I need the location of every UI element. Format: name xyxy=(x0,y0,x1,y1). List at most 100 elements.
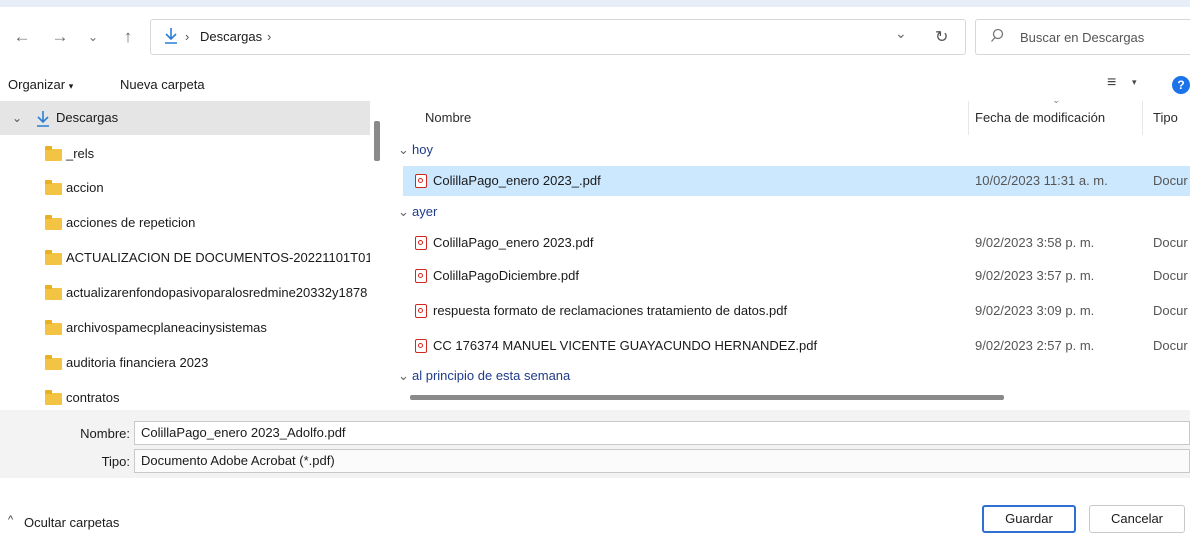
tree-item-label: accion xyxy=(66,180,104,195)
file-type: Docur xyxy=(1153,338,1188,353)
collapse-chevron-icon: ⌄ xyxy=(398,142,409,157)
search-box[interactable] xyxy=(975,19,1190,55)
help-icon[interactable]: ? xyxy=(1172,76,1190,94)
breadcrumb-separator-icon: › xyxy=(185,29,190,44)
folder-icon xyxy=(45,320,62,335)
view-dropdown-icon[interactable]: ▾ xyxy=(1132,77,1137,88)
tree-item-folder[interactable]: acciones de repeticion xyxy=(0,206,370,240)
pdf-icon xyxy=(415,236,427,250)
tree-item-folder[interactable]: contratos xyxy=(0,381,370,408)
tree-item-folder[interactable]: actualizarenfondopasivoparalosredmine203… xyxy=(0,276,370,310)
collapse-chevron-icon: ⌄ xyxy=(398,204,409,219)
file-name: ColillaPagoDiciembre.pdf xyxy=(433,268,579,283)
save-button[interactable]: Guardar xyxy=(982,505,1076,533)
navigation-scrollbar[interactable] xyxy=(374,121,380,161)
group-header-semana[interactable]: ⌄ al principio de esta semana xyxy=(398,365,570,387)
file-name: ColillaPago_enero 2023_.pdf xyxy=(433,173,601,188)
tree-item-label: contratos xyxy=(66,390,120,405)
folder-icon xyxy=(45,180,62,195)
folder-icon xyxy=(45,250,62,265)
tree-item-label: ACTUALIZACION DE DOCUMENTOS-20221101T011… xyxy=(66,250,370,265)
navigation-pane[interactable]: ⌄ Descargas _rels accion acciones de rep… xyxy=(0,101,388,408)
tree-item-label: Descargas xyxy=(56,110,119,125)
type-field-label: Tipo: xyxy=(101,454,130,469)
column-header-date[interactable]: Fecha de modificación xyxy=(975,101,1105,135)
group-header-ayer[interactable]: ⌄ ayer xyxy=(398,201,437,223)
breadcrumb-chevron-icon[interactable]: › xyxy=(267,29,271,44)
expand-chevron-icon[interactable]: ⌄ xyxy=(12,101,22,135)
toolbar: Organizar ▾ Nueva carpeta ≡ ▾ ? xyxy=(0,68,1190,100)
title-strip xyxy=(0,0,1190,7)
name-field-label: Nombre: xyxy=(80,426,130,441)
file-list-scrollbar[interactable] xyxy=(410,395,1004,400)
tree-item-folder[interactable]: _rels xyxy=(0,137,370,171)
file-date: 10/02/2023 11:31 a. m. xyxy=(975,173,1108,188)
column-separator[interactable] xyxy=(968,101,969,135)
pdf-icon xyxy=(415,174,427,188)
folder-icon xyxy=(45,390,62,405)
pdf-icon xyxy=(415,269,427,283)
file-row[interactable]: CC 176374 MANUEL VICENTE GUAYACUNDO HERN… xyxy=(403,331,1190,361)
tree-item-label: actualizarenfondopasivoparalosredmine203… xyxy=(66,285,368,300)
refresh-icon[interactable]: ↻ xyxy=(935,27,948,47)
file-name-input[interactable] xyxy=(141,425,1137,440)
pdf-icon xyxy=(415,304,427,318)
search-input[interactable] xyxy=(1018,29,1182,46)
tree-item-label: archivospamecplaneacinysistemas xyxy=(66,320,267,335)
folder-icon xyxy=(45,285,62,300)
tree-item-label: _rels xyxy=(66,146,95,161)
download-icon xyxy=(36,108,50,135)
file-list[interactable]: Nombre ⌄ Fecha de modificación Tipo ⌄hoy… xyxy=(390,101,1190,408)
file-date: 9/02/2023 2:57 p. m. xyxy=(975,338,1095,353)
file-type: Docur xyxy=(1153,235,1188,250)
tree-item-label: auditoria financiera 2023 xyxy=(66,355,209,370)
file-type-value: Documento Adobe Acrobat (*.pdf) xyxy=(141,453,335,468)
file-name: ColillaPago_enero 2023.pdf xyxy=(433,235,594,250)
tree-item-descargas[interactable]: ⌄ Descargas xyxy=(0,101,370,135)
file-row[interactable]: respuesta formato de reclamaciones trata… xyxy=(403,296,1190,326)
up-arrow-icon[interactable]: ↑ xyxy=(118,27,138,47)
file-type: Docur xyxy=(1153,173,1188,188)
organize-button[interactable]: Organizar ▾ xyxy=(8,77,73,92)
file-row[interactable]: ColillaPagoDiciembre.pdf 9/02/2023 3:57 … xyxy=(403,261,1190,291)
tree-item-folder[interactable]: auditoria financiera 2023 xyxy=(0,346,370,380)
file-date: 9/02/2023 3:58 p. m. xyxy=(975,235,1095,250)
view-options-icon[interactable]: ≡ xyxy=(1107,74,1116,92)
folder-icon xyxy=(45,146,62,161)
column-header-name[interactable]: Nombre xyxy=(425,101,471,135)
new-folder-button[interactable]: Nueva carpeta xyxy=(120,77,205,92)
collapse-chevron-icon: ⌄ xyxy=(398,368,409,383)
file-type-select[interactable]: Documento Adobe Acrobat (*.pdf) xyxy=(134,449,1190,473)
search-icon xyxy=(990,28,1004,47)
dialog-footer: ^ Ocultar carpetas Guardar Cancelar xyxy=(0,478,1190,535)
pdf-icon xyxy=(415,339,427,353)
file-row[interactable]: ColillaPago_enero 2023_.pdf 10/02/2023 1… xyxy=(403,166,1190,196)
file-name: respuesta formato de reclamaciones trata… xyxy=(433,303,788,318)
breadcrumb-folder[interactable]: Descargas xyxy=(200,29,262,44)
file-row[interactable]: ColillaPago_enero 2023.pdf 9/02/2023 3:5… xyxy=(403,228,1190,258)
tree-item-folder[interactable]: ACTUALIZACION DE DOCUMENTOS-20221101T011… xyxy=(0,241,370,275)
file-type: Docur xyxy=(1153,268,1188,283)
back-arrow-icon[interactable]: ← xyxy=(12,27,32,47)
download-icon xyxy=(163,26,179,49)
file-type: Docur xyxy=(1153,303,1188,318)
folder-icon xyxy=(45,355,62,370)
file-name: CC 176374 MANUEL VICENTE GUAYACUNDO HERN… xyxy=(433,338,818,353)
folder-icon xyxy=(45,215,62,230)
file-date: 9/02/2023 3:09 p. m. xyxy=(975,303,1095,318)
column-separator[interactable] xyxy=(1142,101,1143,135)
recent-locations-chevron-icon[interactable]: ⌄ xyxy=(83,27,103,47)
cancel-button[interactable]: Cancelar xyxy=(1089,505,1185,533)
forward-arrow-icon[interactable]: → xyxy=(50,27,70,47)
tree-item-folder[interactable]: archivospamecplaneacinysistemas xyxy=(0,311,370,345)
file-name-field[interactable] xyxy=(134,421,1190,445)
chevron-up-icon[interactable]: ^ xyxy=(8,514,13,526)
column-header-type[interactable]: Tipo xyxy=(1153,101,1178,135)
tree-item-label: acciones de repeticion xyxy=(66,215,196,230)
file-date: 9/02/2023 3:57 p. m. xyxy=(975,268,1095,283)
hide-folders-button[interactable]: Ocultar carpetas xyxy=(24,515,119,530)
address-dropdown-icon[interactable]: ⌄ xyxy=(895,25,907,42)
group-header-hoy[interactable]: ⌄ hoy xyxy=(398,139,433,161)
address-bar[interactable]: › Descargas › ⌄ ↻ xyxy=(150,19,966,55)
tree-item-folder[interactable]: accion xyxy=(0,171,370,205)
